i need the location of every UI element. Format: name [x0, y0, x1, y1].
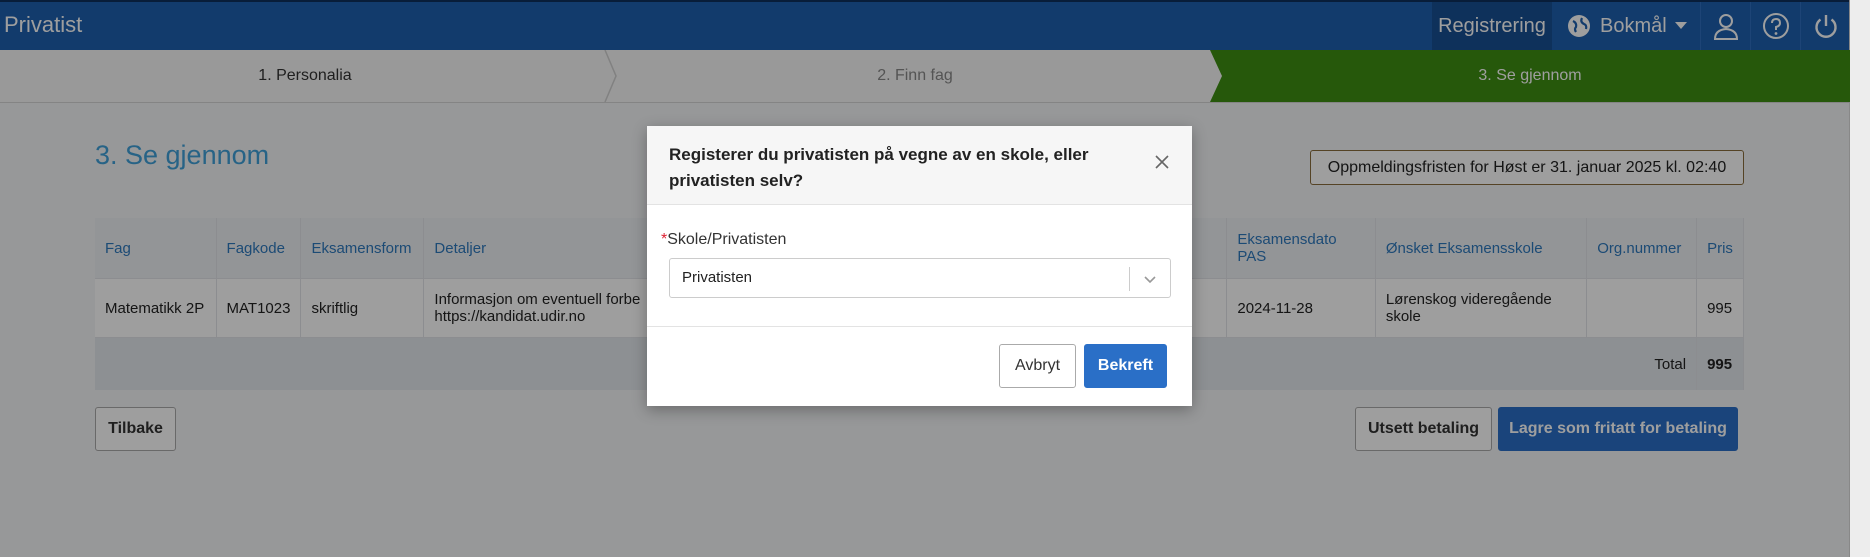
close-icon[interactable]: [1152, 152, 1172, 172]
field-label: *Skole/Privatisten: [661, 231, 786, 249]
dialog-header: Registerer du privatisten på vegne av en…: [647, 126, 1192, 205]
confirm-button[interactable]: Bekreft: [1084, 344, 1167, 388]
select-separator: [1129, 267, 1130, 291]
page-scrollbar[interactable]: [1849, 0, 1870, 557]
select-value: Privatisten: [682, 269, 753, 286]
dialog-title: Registerer du privatisten på vegne av en…: [669, 145, 1089, 190]
field-label-text: Skole/Privatisten: [667, 231, 787, 248]
school-privatist-select[interactable]: Privatisten: [669, 258, 1171, 298]
dialog-footer-divider: [647, 326, 1192, 327]
cancel-button[interactable]: Avbryt: [999, 344, 1076, 388]
chevron-down-icon[interactable]: [1140, 269, 1160, 289]
registration-dialog: Registerer du privatisten på vegne av en…: [647, 126, 1192, 406]
